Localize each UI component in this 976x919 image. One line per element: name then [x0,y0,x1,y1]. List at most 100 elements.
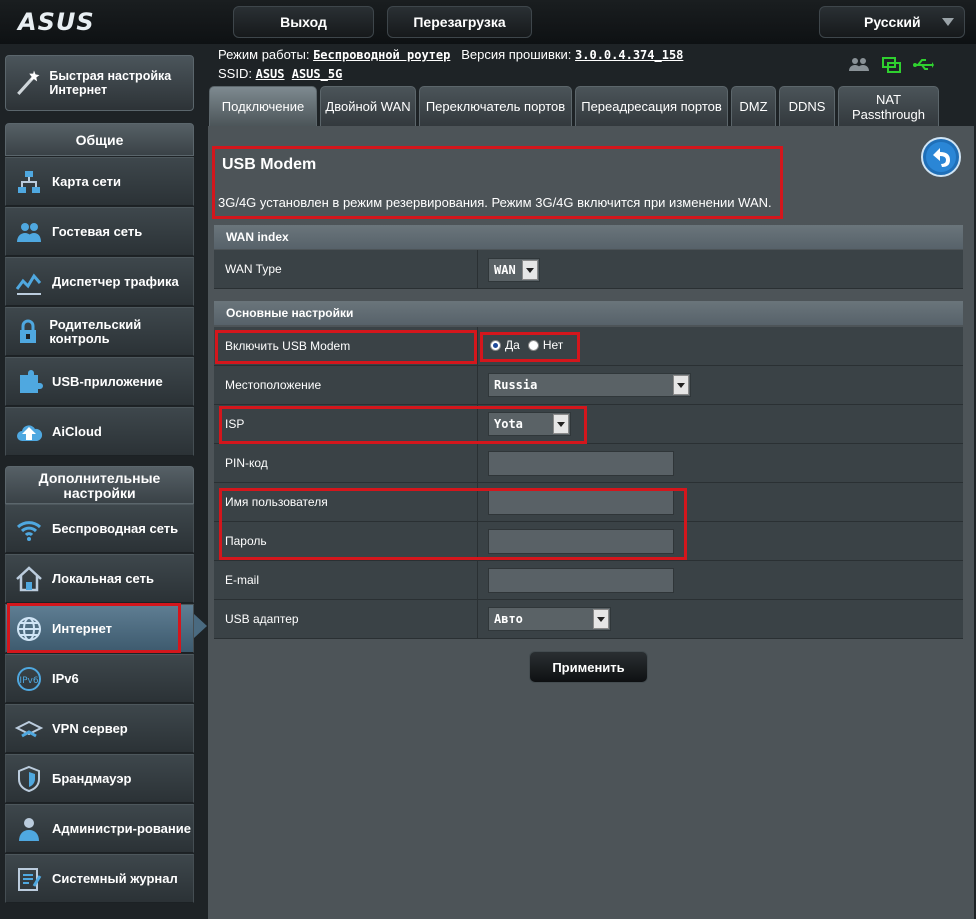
username-label: Имя пользователя [225,495,328,509]
wireless-icon [12,512,46,546]
mode-label: Режим работы: [218,47,310,62]
wan-index-header: WAN index [214,225,963,249]
usb-adapter-label: USB адаптер [225,612,299,626]
sidebar-item-label: Локальная сеть [52,570,154,586]
ssid-label: SSID: [218,66,252,81]
tab-6[interactable]: NAT Passthrough [838,86,939,126]
page-subtitle: 3G/4G установлен в режим резервирования.… [218,195,772,210]
isp-select[interactable]: Yota [488,412,571,436]
aicloud-icon [12,415,46,449]
usb-adapter-select[interactable]: Авто [488,607,611,631]
sidebar-item-parental-control[interactable]: Родительский контроль [5,307,194,356]
firewall-icon [12,762,46,796]
dropdown-arrow-icon [593,609,609,629]
usb-adapter-value: Авто [494,612,523,626]
page-title: USB Modem [222,156,317,173]
sidebar-item-admin[interactable]: Администри-рование [5,804,194,853]
admin-icon [12,812,46,846]
ssid-link-5g[interactable]: ASUS_5G [292,67,343,81]
enable-usb-modem-label: Включить USB Modem [225,339,351,353]
guest-network-icon [12,215,46,249]
sidebar-item-label: Гостевая сеть [52,223,143,239]
apply-button[interactable]: Применить [529,651,648,683]
wan-type-row: WAN Type WAN [214,250,963,289]
tab-4[interactable]: DMZ [731,86,776,126]
ssid-link-24[interactable]: ASUS [256,67,285,81]
password-row: Пароль [214,522,963,561]
logout-button[interactable]: Выход [233,6,374,38]
sidebar-item-label: Интернет [52,620,113,636]
sidebar-item-aicloud[interactable]: AiCloud [5,407,194,456]
vpn-icon [12,712,46,746]
radio-yes[interactable] [490,339,501,351]
sidebar-item-internet[interactable]: Интернет [5,604,194,653]
sidebar-item-traffic-manager[interactable]: Диспетчер трафика [5,257,194,306]
password-input[interactable] [488,529,674,554]
dropdown-arrow-icon [673,375,689,395]
clients-icon[interactable] [848,54,870,76]
username-input[interactable] [488,490,674,515]
sidebar-item-label: IPv6 [52,670,79,686]
sidebar-item-label: Карта сети [52,173,121,189]
isp-row: ISP Yota [214,405,963,444]
firmware-link[interactable]: 3.0.0.4.374_158 [575,48,683,62]
usb-status-icon[interactable] [912,54,934,76]
tab-3[interactable]: Переадресация портов [575,86,728,126]
sidebar-item-label: Администри-рование [52,820,191,836]
sidebar-item-label: Системный журнал [52,870,178,886]
advanced-section-title: Дополнительные настройки [5,466,194,504]
sidebar-item-ipv6[interactable]: IPv6 IPv6 [5,654,194,703]
location-row: Местоположение Russia [214,366,963,405]
basic-settings-header: Основные настройки [214,301,963,325]
internet-status-icon[interactable] [880,54,902,76]
firmware-label: Версия прошивки: [461,47,572,62]
sidebar-item-lan[interactable]: Локальная сеть [5,554,194,603]
language-select[interactable]: Русский [819,6,965,38]
back-icon[interactable] [921,137,961,177]
traffic-manager-icon [12,265,46,299]
enable-usb-modem-radios: Да Нет [490,338,563,352]
tab-1[interactable]: Двойной WAN [320,86,416,126]
sidebar-item-syslog[interactable]: Системный журнал [5,854,194,903]
top-bar: ASUS Выход Перезагрузка Русский [0,0,976,44]
lan-icon [12,562,46,596]
isp-value: Yota [494,417,523,431]
tab-2[interactable]: Переключатель портов [419,86,572,126]
wan-type-select[interactable]: WAN [488,258,540,282]
sidebar-item-vpn[interactable]: VPN сервер [5,704,194,753]
pin-input[interactable] [488,451,674,476]
quick-setup-button[interactable]: Быстрая настройка Интернет [5,55,194,111]
tab-0[interactable]: Подключение [209,86,317,126]
mode-info: Режим работы: Беспроводной роутер Версия… [218,47,683,62]
pin-row: PIN-код [214,444,963,483]
svg-text:IPv6: IPv6 [19,676,38,686]
magic-wand-icon [17,70,40,96]
status-icons [848,54,934,76]
dropdown-arrow-icon [553,414,569,434]
active-pointer [194,614,207,638]
location-label: Местоположение [225,378,322,392]
ipv6-icon: IPv6 [12,662,46,696]
sidebar-item-label: USB-приложение [52,373,163,389]
sidebar-item-usb-app[interactable]: USB-приложение [5,357,194,406]
sidebar-item-network-map[interactable]: Карта сети [5,157,194,206]
internet-icon [12,612,46,646]
mode-link[interactable]: Беспроводной роутер [313,48,450,62]
radio-yes-label: Да [505,338,520,352]
username-row: Имя пользователя [214,483,963,522]
email-input[interactable] [488,568,674,593]
sidebar-item-label: Родительский контроль [49,316,142,346]
tab-5[interactable]: DDNS [779,86,835,126]
dropdown-arrow-icon [522,260,538,280]
quick-setup-label: Быстрая настройка Интернет [49,69,172,97]
location-select[interactable]: Russia [488,373,691,397]
sidebar-item-guest-network[interactable]: Гостевая сеть [5,207,194,256]
enable-usb-modem-row: Включить USB Modem Да Нет [214,327,963,366]
sidebar-item-firewall[interactable]: Брандмауэр [5,754,194,803]
language-value: Русский [864,14,921,30]
radio-no-label: Нет [542,338,564,352]
sidebar-item-wireless[interactable]: Беспроводная сеть [5,504,194,553]
isp-label: ISP [225,417,245,431]
radio-no[interactable] [527,339,539,351]
reboot-button[interactable]: Перезагрузка [387,6,532,38]
